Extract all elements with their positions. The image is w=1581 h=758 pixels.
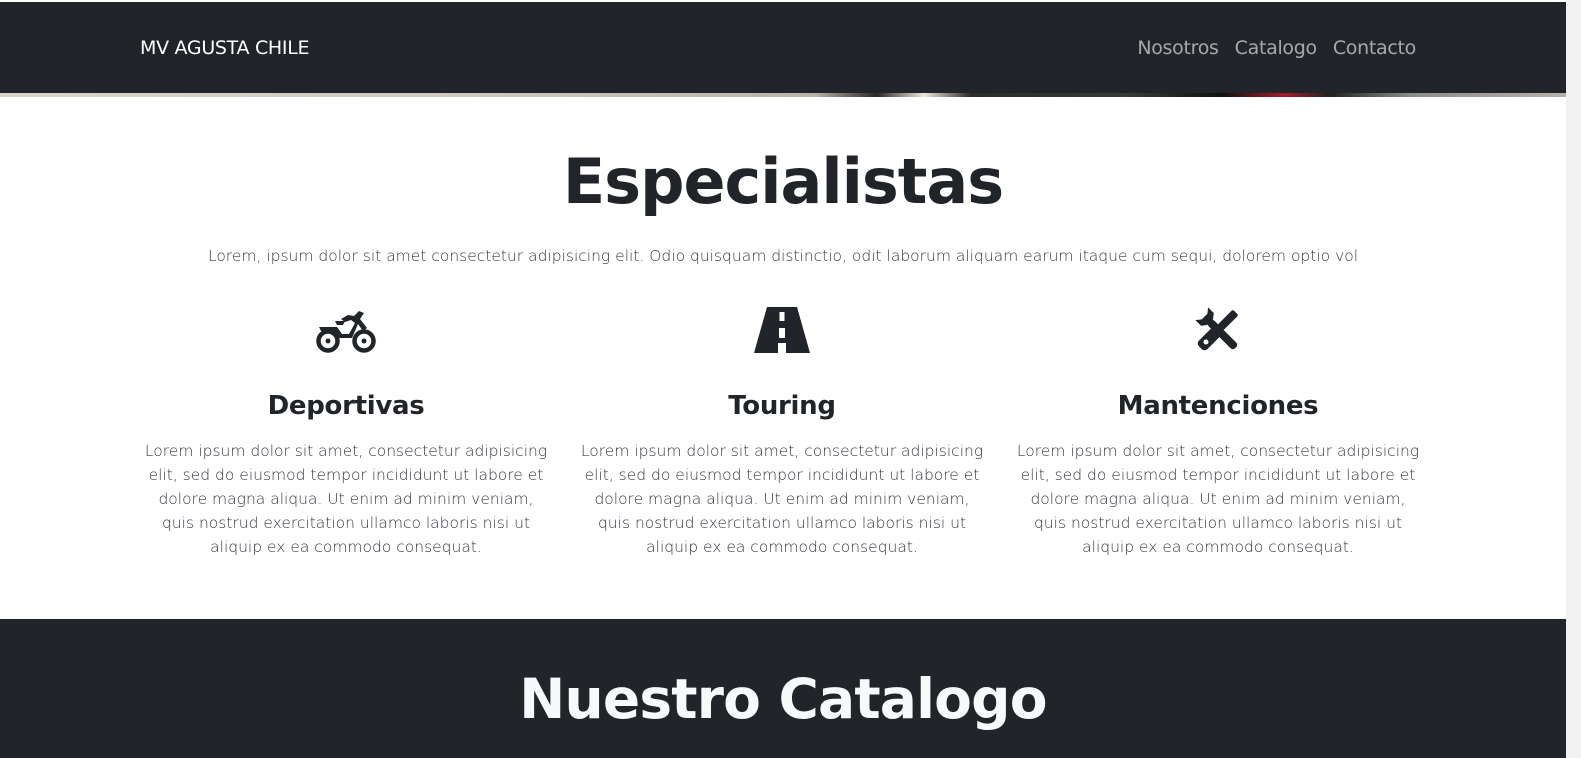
nav-link-contacto[interactable]: Contacto bbox=[1333, 37, 1416, 59]
specialists-section: Especialistas Lorem, ipsum dolor sit ame… bbox=[0, 97, 1566, 619]
specialists-lead: Lorem, ipsum dolor sit amet consectetur … bbox=[207, 247, 1359, 265]
nav-link-catalogo[interactable]: Catalogo bbox=[1235, 37, 1318, 59]
road-icon bbox=[577, 305, 987, 355]
top-navbar: MV AGUSTA CHILE Nosotros Catalogo Contac… bbox=[0, 2, 1566, 93]
feature-mantenciones: Mantenciones Lorem ipsum dolor sit amet,… bbox=[1013, 305, 1423, 559]
catalog-section: Nuestro Catalogo bbox=[0, 619, 1566, 758]
feature-title: Touring bbox=[728, 391, 836, 421]
catalog-title: Nuestro Catalogo bbox=[519, 667, 1047, 731]
feature-text: Lorem ipsum dolor sit amet, consectetur … bbox=[580, 442, 984, 556]
tools-icon bbox=[1013, 305, 1423, 355]
feature-text: Lorem ipsum dolor sit amet, consectetur … bbox=[144, 442, 548, 556]
feature-title: Deportivas bbox=[267, 391, 425, 421]
feature-title: Mantenciones bbox=[1117, 391, 1319, 421]
specialists-title: Especialistas bbox=[562, 145, 1004, 218]
nav-link-nosotros[interactable]: Nosotros bbox=[1137, 37, 1219, 59]
feature-text: Lorem ipsum dolor sit amet, consectetur … bbox=[1016, 442, 1420, 556]
page-scrollbar[interactable] bbox=[1566, 0, 1581, 758]
brand-link[interactable]: MV AGUSTA CHILE bbox=[140, 37, 310, 59]
feature-touring: Touring Lorem ipsum dolor sit amet, cons… bbox=[577, 305, 987, 559]
feature-deportivas: Deportivas Lorem ipsum dolor sit amet, c… bbox=[141, 305, 551, 559]
motorcycle-icon bbox=[141, 305, 551, 355]
nav-links: Nosotros Catalogo Contacto bbox=[1137, 37, 1416, 59]
